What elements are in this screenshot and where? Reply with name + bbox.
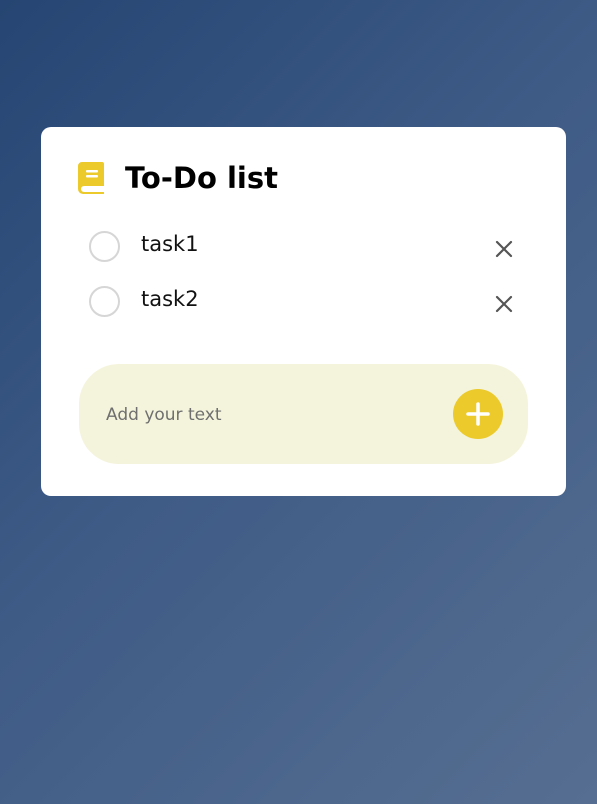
close-icon[interactable] — [493, 238, 515, 260]
task-list: task1 task2 — [89, 231, 519, 341]
page-title: To-Do list — [125, 161, 278, 195]
list-item: task2 — [89, 286, 519, 341]
add-task-row — [79, 364, 528, 464]
plus-icon — [465, 401, 491, 427]
close-icon[interactable] — [493, 293, 515, 315]
header: To-Do list — [78, 160, 278, 196]
task-label[interactable]: task1 — [141, 231, 199, 257]
add-task-button[interactable] — [453, 389, 503, 439]
todo-card: To-Do list task1 task2 — [41, 127, 566, 496]
book-icon — [78, 162, 106, 194]
task-input[interactable] — [104, 394, 438, 436]
task-checkbox[interactable] — [89, 286, 120, 317]
task-checkbox[interactable] — [89, 231, 120, 262]
task-label[interactable]: task2 — [141, 286, 199, 312]
list-item: task1 — [89, 231, 519, 286]
